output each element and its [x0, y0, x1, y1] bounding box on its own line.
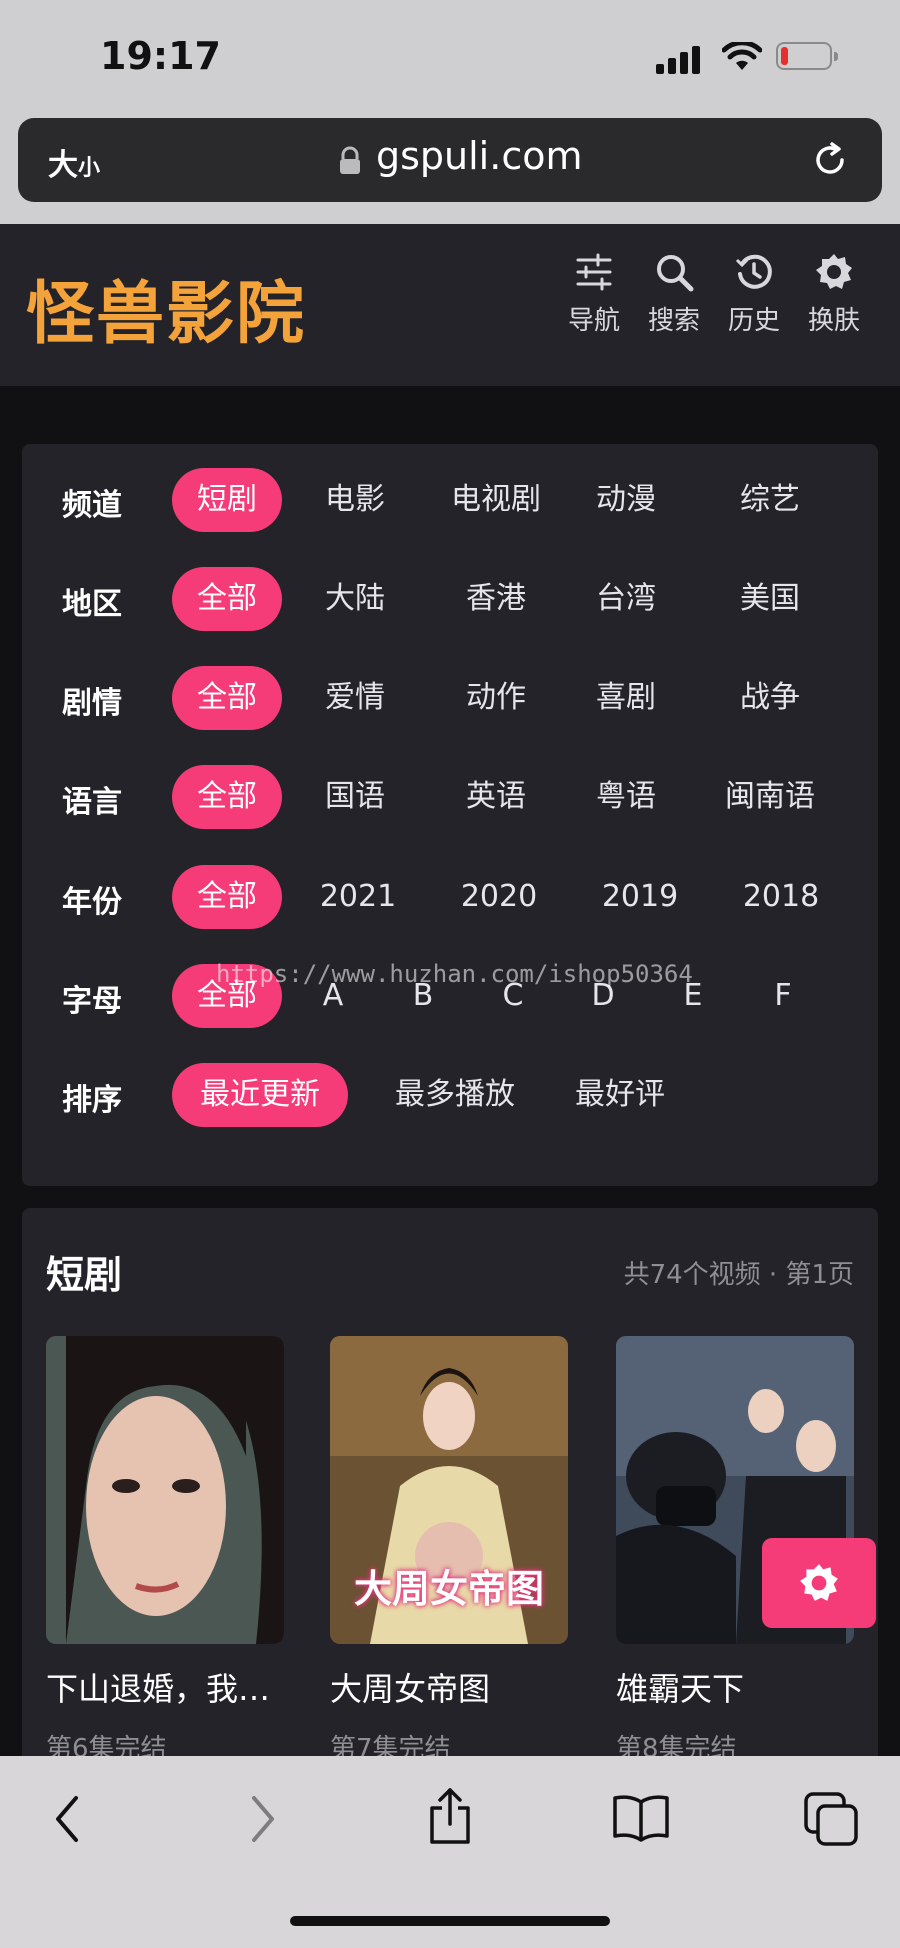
- nav-theme-button[interactable]: 换肤: [794, 252, 874, 337]
- filter-row: 语言 全部 国语 英语 粤语 闽南语: [22, 765, 878, 831]
- video-title[interactable]: 雄霸天下: [616, 1664, 854, 1710]
- filter-label: 剧情: [62, 686, 122, 721]
- video-title[interactable]: 大周女帝图: [330, 1664, 568, 1710]
- battery-icon: [776, 42, 838, 70]
- filter-option[interactable]: 美国: [710, 567, 830, 631]
- url-bar[interactable]: 大小 gspuli.com: [18, 118, 882, 202]
- text-size-button[interactable]: 大小: [48, 140, 100, 184]
- filter-option[interactable]: 最多播放: [370, 1063, 540, 1127]
- filter-option[interactable]: 香港: [431, 567, 561, 631]
- watermark-text: https://www.huzhan.com/ishop50364: [216, 960, 693, 988]
- filter-option[interactable]: 闽南语: [710, 765, 830, 829]
- filter-option[interactable]: 2018: [731, 865, 831, 929]
- history-icon: [735, 254, 772, 289]
- filter-option[interactable]: 战争: [710, 666, 830, 730]
- filter-option[interactable]: 英语: [431, 765, 561, 829]
- gear-icon: [816, 254, 852, 289]
- filter-option[interactable]: 电视剧: [431, 468, 561, 532]
- filter-option[interactable]: 大陆: [300, 567, 410, 631]
- browser-url-area: 大小 gspuli.com: [0, 110, 900, 224]
- url-domain[interactable]: gspuli.com: [376, 134, 582, 178]
- filter-option[interactable]: 最好评: [570, 1063, 670, 1127]
- video-thumbnail[interactable]: 大周女帝图: [330, 1336, 568, 1644]
- filter-row: 剧情 全部 爱情 动作 喜剧 战争: [22, 666, 878, 732]
- nav-history-button[interactable]: 历史: [714, 252, 794, 337]
- filter-row: 排序 最近更新 最多播放 最好评: [22, 1063, 878, 1129]
- home-indicator: [290, 1916, 610, 1926]
- filter-label: 排序: [62, 1083, 122, 1118]
- filter-row: 频道 短剧 电影 电视剧 动漫 综艺: [22, 468, 878, 534]
- filter-label: 频道: [62, 488, 122, 523]
- filter-label: 年份: [62, 885, 122, 920]
- site-logo[interactable]: 怪兽影院: [26, 258, 306, 357]
- filter-option[interactable]: 2019: [590, 865, 690, 929]
- filter-option[interactable]: 全部: [172, 666, 282, 730]
- search-icon: [657, 255, 694, 292]
- nav-guide-button[interactable]: 导航: [554, 252, 634, 337]
- site-header: 怪兽影院 导航 搜索 历史 换肤: [0, 224, 900, 386]
- gear-icon: [800, 1564, 838, 1601]
- filter-option[interactable]: 全部: [172, 567, 282, 631]
- video-title[interactable]: 下山退婚，我…: [46, 1664, 284, 1710]
- filter-option[interactable]: 喜剧: [571, 666, 681, 730]
- filter-option[interactable]: 爱情: [300, 666, 410, 730]
- signal-icon: [656, 44, 706, 74]
- wifi-icon: [722, 42, 762, 70]
- filter-option[interactable]: 2020: [449, 865, 549, 929]
- filter-option[interactable]: 综艺: [710, 468, 830, 532]
- video-section: 短剧 共74个视频 · 第1页 下山退婚，我… 第6集完结 大周女帝图 大周女帝…: [22, 1208, 878, 1808]
- lock-icon: [340, 146, 360, 174]
- filter-option[interactable]: 粤语: [571, 765, 681, 829]
- browser-toolbar: [0, 1756, 900, 1948]
- bookmarks-icon[interactable]: [612, 1792, 670, 1842]
- video-thumbnail[interactable]: [46, 1336, 284, 1644]
- filter-option[interactable]: 电影: [300, 468, 410, 532]
- filter-option[interactable]: 动漫: [571, 468, 681, 532]
- filter-label: 字母: [62, 984, 122, 1019]
- video-overlay-title: 大周女帝图: [353, 1567, 544, 1611]
- filter-option[interactable]: 动作: [431, 666, 561, 730]
- status-time: 19:17: [100, 34, 221, 78]
- filter-option[interactable]: 国语: [300, 765, 410, 829]
- section-title: 短剧: [46, 1253, 123, 1297]
- tabs-icon[interactable]: [804, 1792, 858, 1846]
- filter-option[interactable]: F: [758, 964, 808, 1028]
- video-card[interactable]: 大周女帝图 大周女帝图 第7集完结: [330, 1336, 568, 1765]
- status-bar: 19:17: [0, 0, 900, 118]
- filter-option[interactable]: 2021: [308, 865, 408, 929]
- sliders-icon: [576, 253, 612, 291]
- filter-row: 地区 全部 大陆 香港 台湾 美国: [22, 567, 878, 633]
- filter-panel: 频道 短剧 电影 电视剧 动漫 综艺 地区 全部 大陆 香港 台湾 美国 剧情 全部 爱情 动作 喜剧 战争 语言全…: [22, 444, 878, 1186]
- forward-icon[interactable]: [244, 1794, 280, 1844]
- filter-option[interactable]: 短剧: [172, 468, 282, 532]
- floating-theme-button[interactable]: [762, 1538, 876, 1628]
- nav-search-button[interactable]: 搜索: [634, 252, 714, 337]
- filter-option[interactable]: 全部: [172, 765, 282, 829]
- share-icon[interactable]: [426, 1786, 474, 1846]
- back-icon[interactable]: [50, 1794, 86, 1844]
- filter-option[interactable]: 全部: [172, 865, 282, 929]
- filter-option[interactable]: 台湾: [571, 567, 681, 631]
- video-count: 共74个视频 · 第1页: [623, 1260, 854, 1290]
- filter-row: 年份 全部 2021 2020 2019 2018: [22, 865, 878, 931]
- reload-icon[interactable]: [810, 140, 850, 180]
- filter-label: 语言: [62, 785, 122, 820]
- filter-option[interactable]: 最近更新: [172, 1063, 348, 1127]
- filter-label: 地区: [62, 587, 122, 622]
- video-card[interactable]: 下山退婚，我… 第6集完结: [46, 1336, 284, 1765]
